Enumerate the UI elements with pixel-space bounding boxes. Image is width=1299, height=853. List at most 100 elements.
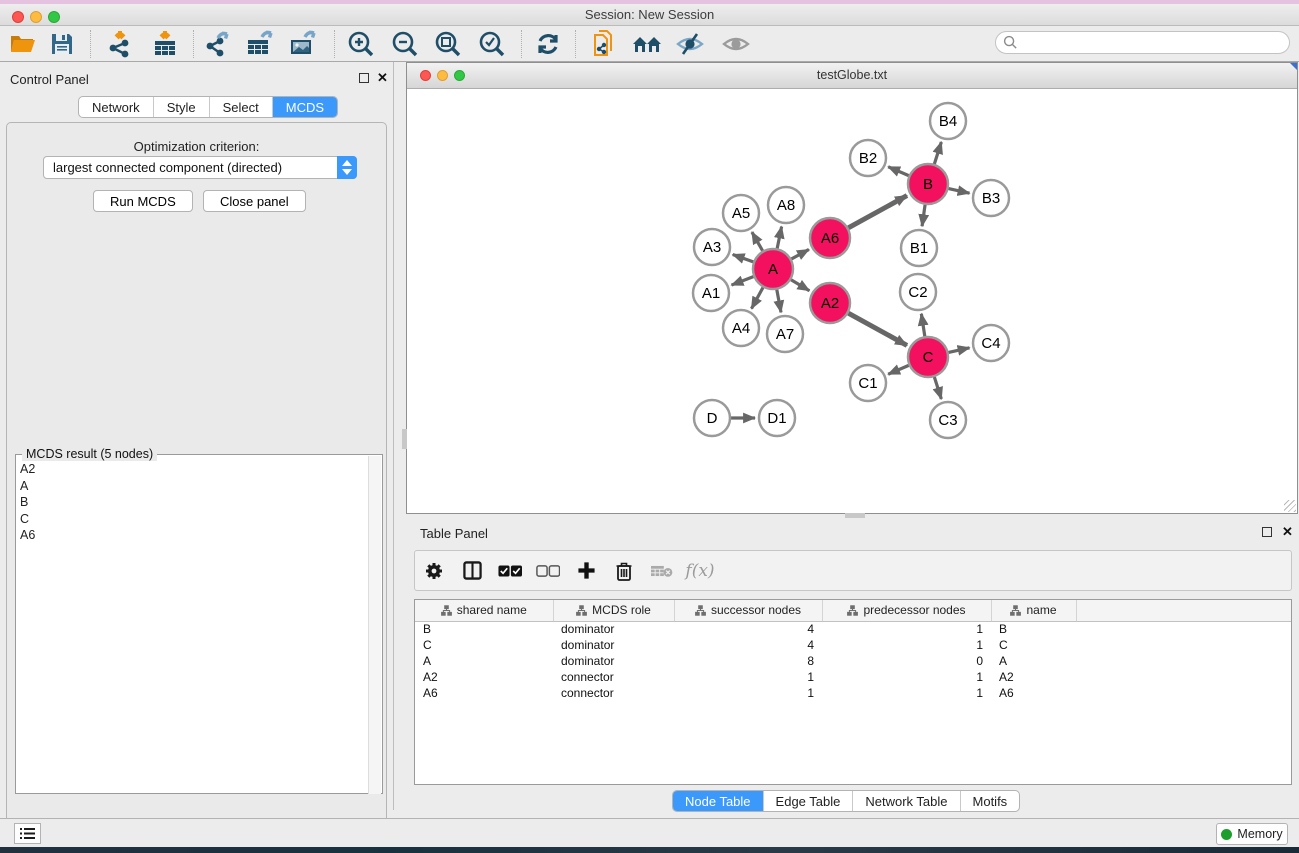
table-settings-button[interactable] — [415, 551, 453, 590]
graph-node-A4[interactable]: A4 — [723, 310, 759, 346]
graph-edge-C-C4[interactable] — [948, 348, 969, 353]
float-panel-icon[interactable] — [1262, 527, 1272, 537]
splitter-grip[interactable] — [402, 429, 407, 449]
graph-node-A3[interactable]: A3 — [694, 229, 730, 265]
import-table-button[interactable] — [148, 29, 182, 59]
graph-edge-C-C3[interactable] — [934, 377, 941, 399]
zoom-selected-button[interactable] — [475, 29, 509, 59]
export-table-button[interactable] — [243, 29, 277, 59]
graph-edge-A-A3[interactable] — [733, 254, 754, 261]
open-session-button[interactable] — [6, 29, 40, 59]
graph-edge-C-C2[interactable] — [921, 314, 924, 337]
graph-node-B3[interactable]: B3 — [973, 180, 1009, 216]
show-panels-menu-button[interactable] — [14, 823, 41, 844]
graph-edge-C-C1[interactable] — [888, 365, 909, 374]
float-panel-icon[interactable] — [359, 73, 369, 83]
table-row[interactable]: Bdominator41B — [415, 621, 1291, 637]
memory-button[interactable]: Memory — [1216, 823, 1288, 845]
mcds-result-item[interactable]: A — [20, 478, 35, 495]
graph-node-C3[interactable]: C3 — [930, 402, 966, 438]
network-graph-canvas[interactable]: A A1 A3 A4 A5 A7 A8A6 A2 B B1 B2 B3 B4 C C1 C2 C3 C4 D D1 — [407, 90, 1297, 513]
graph-node-B2[interactable]: B2 — [850, 140, 886, 176]
select-all-button[interactable] — [491, 551, 529, 590]
deselect-all-button[interactable] — [529, 551, 567, 590]
add-column-button[interactable] — [567, 551, 605, 590]
hide-graphics-details-button[interactable] — [673, 29, 707, 59]
close-panel-button[interactable]: Close panel — [203, 190, 306, 212]
graph-edge-B-B4[interactable] — [934, 142, 941, 164]
tab-network[interactable]: Network — [79, 97, 154, 118]
graph-edge-B-B3[interactable] — [948, 189, 969, 194]
graph-node-C1[interactable]: C1 — [850, 365, 886, 401]
tab-motifs[interactable]: Motifs — [961, 791, 1020, 811]
mcds-result-item[interactable]: C — [20, 511, 35, 528]
graph-edge-A6-B[interactable] — [848, 196, 907, 228]
mcds-result-item[interactable]: A2 — [20, 461, 35, 478]
column-header-predecessor-nodes[interactable]: predecessor nodes — [822, 600, 991, 621]
run-mcds-button[interactable]: Run MCDS — [93, 190, 193, 212]
graph-edge-B-B1[interactable] — [922, 205, 925, 226]
graph-edge-A-A7[interactable] — [777, 290, 781, 313]
graph-edge-A-A6[interactable] — [791, 249, 808, 259]
close-panel-icon[interactable]: ✕ — [1282, 524, 1293, 540]
graph-node-C2[interactable]: C2 — [900, 274, 936, 310]
graph-edge-A-A4[interactable] — [751, 287, 762, 308]
export-network-button[interactable] — [201, 29, 235, 59]
column-header-MCDS-role[interactable]: MCDS role — [553, 600, 674, 621]
graph-node-C[interactable]: C — [908, 337, 948, 377]
graph-node-D[interactable]: D — [694, 400, 730, 436]
zoom-out-button[interactable] — [388, 29, 422, 59]
resize-grip[interactable] — [1284, 500, 1296, 512]
delete-column-button[interactable] — [605, 551, 643, 590]
graph-edge-A-A5[interactable] — [752, 232, 763, 251]
graph-node-A6[interactable]: A6 — [810, 218, 850, 258]
network-window-titlebar[interactable]: testGlobe.txt — [407, 63, 1297, 89]
graph-node-A1[interactable]: A1 — [693, 275, 729, 311]
duplicate-network-button[interactable] — [588, 29, 622, 59]
show-graphics-details-button[interactable] — [719, 29, 753, 59]
graph-node-A8[interactable]: A8 — [768, 187, 804, 223]
tab-network-table[interactable]: Network Table — [853, 791, 960, 811]
function-builder-button[interactable]: f(x) — [681, 551, 719, 590]
graph-edge-A2-C[interactable] — [848, 313, 907, 345]
search-field[interactable] — [995, 31, 1290, 54]
column-header-shared-name[interactable]: shared name — [415, 600, 553, 621]
delete-table-button[interactable] — [643, 551, 681, 590]
zoom-in-button[interactable] — [344, 29, 378, 59]
tab-style[interactable]: Style — [154, 97, 210, 118]
table-row[interactable]: A2connector11A2 — [415, 669, 1291, 685]
graph-node-B[interactable]: B — [908, 164, 948, 204]
mcds-result-item[interactable]: B — [20, 494, 35, 511]
mcds-result-item[interactable]: A6 — [20, 527, 35, 544]
graph-node-D1[interactable]: D1 — [759, 400, 795, 436]
scrollbar-track[interactable] — [368, 456, 381, 794]
tab-mcds[interactable]: MCDS — [273, 97, 337, 118]
graph-edge-B-B2[interactable] — [888, 167, 909, 176]
optimization-criterion-dropdown[interactable]: largest connected component (directed) — [43, 156, 357, 179]
graph-edge-A-A1[interactable] — [732, 277, 754, 285]
tab-select[interactable]: Select — [210, 97, 273, 118]
table-row[interactable]: Cdominator41C — [415, 637, 1291, 653]
graph-edge-A-A8[interactable] — [777, 227, 781, 249]
table-row[interactable]: Adominator80A — [415, 653, 1291, 669]
graph-node-B1[interactable]: B1 — [901, 230, 937, 266]
zoom-fit-button[interactable] — [431, 29, 465, 59]
graph-node-A[interactable]: A — [753, 249, 793, 289]
graph-node-A5[interactable]: A5 — [723, 195, 759, 231]
import-network-button[interactable] — [103, 29, 137, 59]
graph-node-A2[interactable]: A2 — [810, 283, 850, 323]
overview-button[interactable] — [630, 29, 664, 59]
tab-node-table[interactable]: Node Table — [673, 791, 764, 811]
column-header-successor-nodes[interactable]: successor nodes — [674, 600, 822, 621]
column-layout-button[interactable] — [453, 551, 491, 590]
graph-node-B4[interactable]: B4 — [930, 103, 966, 139]
graph-edge-A-A2[interactable] — [791, 280, 809, 291]
graph-node-A7[interactable]: A7 — [767, 316, 803, 352]
export-image-button[interactable] — [286, 29, 320, 59]
save-session-button[interactable] — [45, 29, 79, 59]
column-header-name[interactable]: name — [991, 600, 1076, 621]
table-row[interactable]: A6connector11A6 — [415, 685, 1291, 701]
search-input[interactable] — [1018, 36, 1268, 50]
tab-edge-table[interactable]: Edge Table — [764, 791, 854, 811]
graph-node-C4[interactable]: C4 — [973, 325, 1009, 361]
